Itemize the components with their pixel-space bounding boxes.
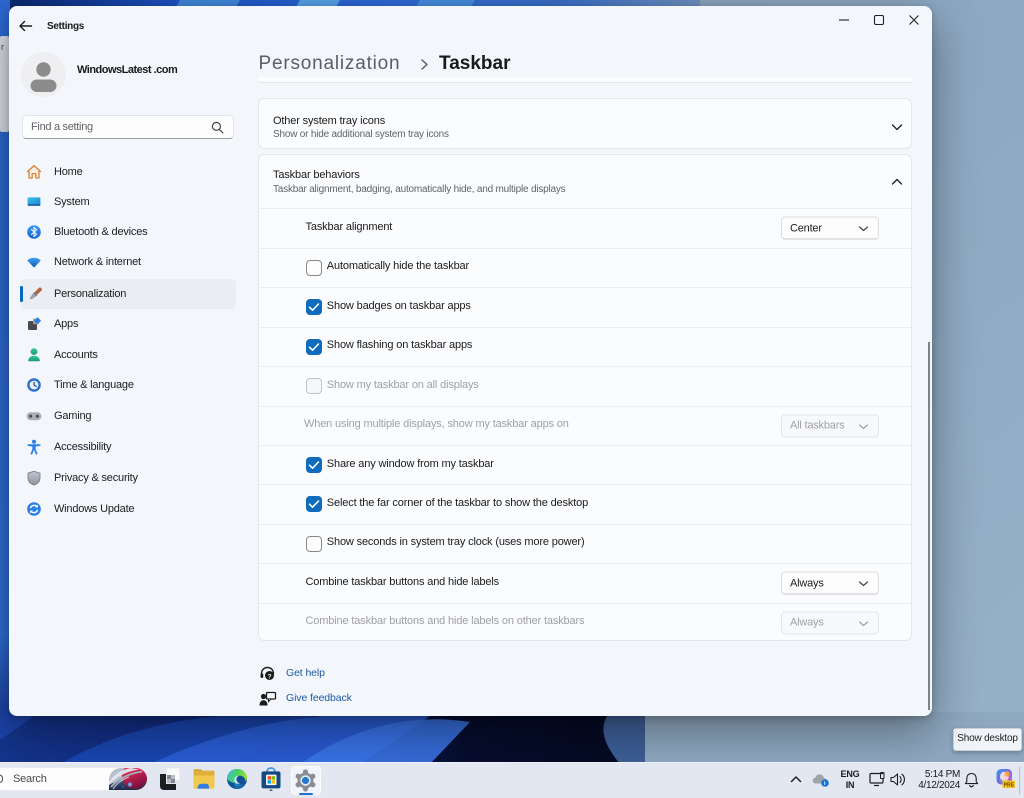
svg-text:?: ? xyxy=(268,673,272,680)
svg-text:PRE: PRE xyxy=(1004,783,1015,789)
svg-text:r: r xyxy=(1,42,4,52)
